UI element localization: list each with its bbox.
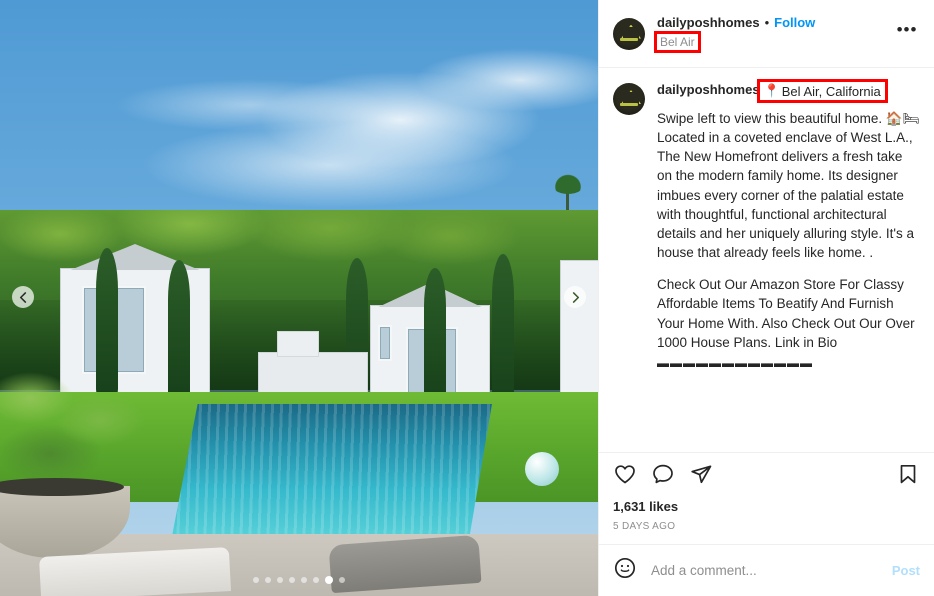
carousel-dot[interactable]: [277, 577, 283, 583]
caption-location-tag[interactable]: 📍 Bel Air, California: [756, 79, 888, 103]
cypress-tree: [168, 260, 190, 400]
caption-column: dailyposhhomes 📍 Bel Air, California Swi…: [657, 79, 920, 370]
header-username[interactable]: dailyposhhomes: [657, 15, 760, 30]
carousel-dot[interactable]: [313, 577, 319, 583]
emoji-smiley-icon: [613, 556, 637, 585]
header-text: dailyposhhomes • Follow Bel Air: [654, 14, 882, 54]
carousel-dot[interactable]: [301, 577, 307, 583]
instagram-post: dailyposhhomes • Follow Bel Air ••• dail…: [0, 0, 934, 596]
header-sublocation-wrap: Bel Air: [654, 31, 701, 54]
carousel-dots[interactable]: [0, 576, 598, 584]
pool-house-right: [560, 260, 598, 410]
carousel-dot[interactable]: [265, 577, 271, 583]
cypress-tree: [492, 254, 514, 406]
header-separator: •: [764, 14, 770, 30]
emoji-picker-button[interactable]: [613, 556, 637, 585]
action-icons-row: [613, 462, 920, 491]
cypress-tree: [424, 268, 446, 404]
carousel-dot-active[interactable]: [325, 576, 333, 584]
likes-count[interactable]: 1,631 likes: [613, 499, 920, 514]
save-button[interactable]: [896, 462, 920, 491]
post-comment-button[interactable]: Post: [892, 563, 920, 578]
caption-header: dailyposhhomes 📍 Bel Air, California: [657, 79, 920, 103]
post-timestamp: 5 DAYS AGO: [613, 521, 676, 532]
comment-button[interactable]: [651, 462, 675, 491]
post-image[interactable]: [0, 0, 598, 596]
caption-avatar[interactable]: [613, 83, 645, 115]
comment-input[interactable]: [651, 563, 878, 578]
caption-paragraph-1: Swipe left to view this beautiful home. …: [657, 111, 920, 261]
carousel-next-button[interactable]: [564, 286, 586, 308]
post-actions: 1,631 likes 5 DAYS AGO: [599, 452, 934, 544]
like-button[interactable]: [613, 462, 637, 491]
post-sidebar: dailyposhhomes • Follow Bel Air ••• dail…: [598, 0, 934, 596]
follow-button[interactable]: Follow: [774, 15, 815, 30]
location-pin-icon: 📍: [763, 83, 780, 98]
caption-location-label: Bel Air, California: [781, 83, 881, 99]
chevron-left-icon: [18, 291, 29, 303]
post-caption-area: dailyposhhomes 📍 Bel Air, California Swi…: [599, 68, 934, 452]
chevron-right-icon: [570, 291, 581, 303]
carousel-prev-button[interactable]: [12, 286, 34, 308]
swimming-pool: [172, 404, 492, 536]
glass-orb: [525, 452, 559, 486]
share-button[interactable]: [689, 462, 713, 491]
caption-divider-row: ▬▬▬▬▬▬▬▬▬▬▬▬: [657, 355, 813, 370]
heart-icon: [613, 462, 637, 491]
window-middle-small: [378, 325, 392, 361]
caption-username[interactable]: dailyposhhomes: [657, 82, 760, 97]
header-line: dailyposhhomes • Follow: [657, 14, 882, 30]
bookmark-icon: [896, 462, 920, 491]
comment-icon: [651, 462, 675, 491]
post-header: dailyposhhomes • Follow Bel Air •••: [599, 0, 934, 68]
share-icon: [689, 462, 713, 491]
carousel-dot[interactable]: [339, 577, 345, 583]
carousel-dot[interactable]: [289, 577, 295, 583]
caption-paragraph-2: Check Out Our Amazon Store For Classy Af…: [657, 277, 919, 350]
carousel-dot[interactable]: [253, 577, 259, 583]
more-options-button[interactable]: •••: [894, 21, 920, 47]
comment-bar: Post: [599, 544, 934, 596]
water-sheen: [172, 404, 492, 536]
caption-row: dailyposhhomes 📍 Bel Air, California Swi…: [613, 79, 920, 370]
avatar[interactable]: [613, 17, 645, 50]
action-icons-left: [613, 462, 713, 491]
header-location-link[interactable]: Bel Air: [654, 31, 701, 54]
